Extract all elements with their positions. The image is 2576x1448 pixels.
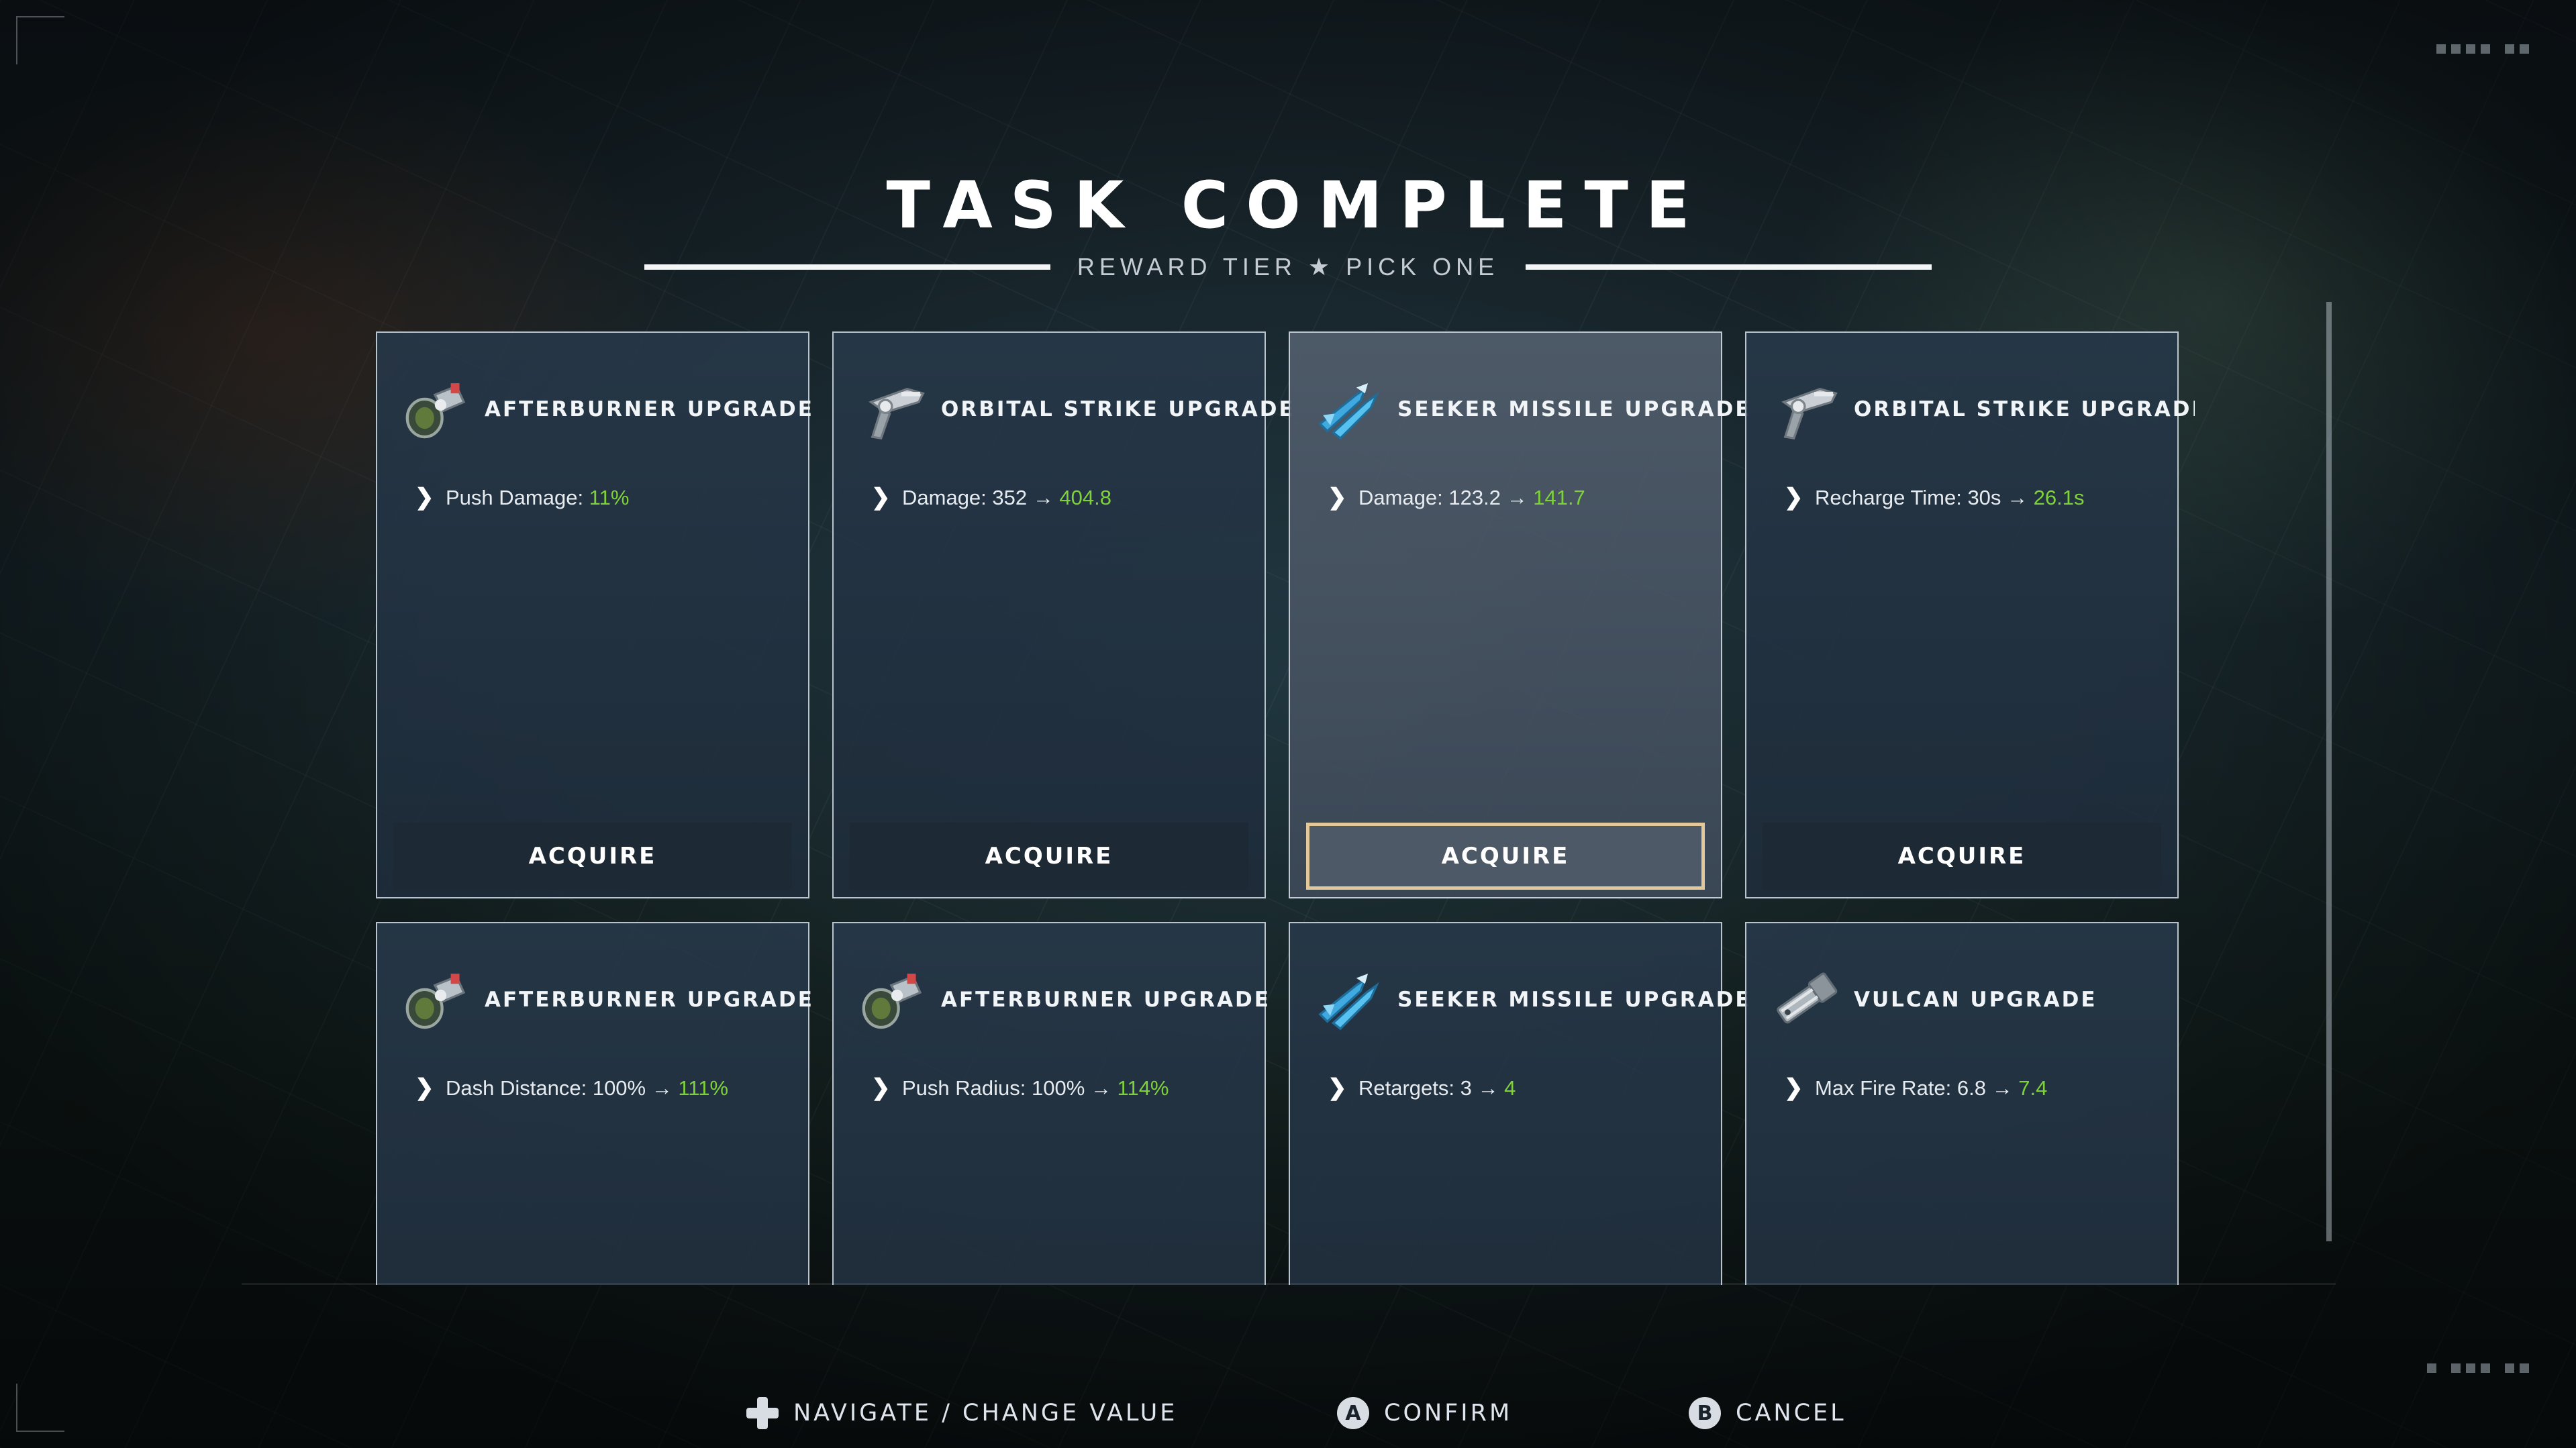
stat-new-value: 404.8 <box>1059 486 1111 509</box>
card-header: AFTERBURNER UPGRADE <box>856 964 1269 1036</box>
cancel-label: CANCEL <box>1736 1400 1846 1427</box>
footer-cancel-hint[interactable]: B CANCEL <box>1689 1393 1846 1433</box>
card-title: AFTERBURNER UPGRADE <box>941 988 1271 1012</box>
stat-old-value: 123.2 → <box>1448 486 1534 509</box>
reward-card-1[interactable]: AFTERBURNER UPGRADE ❯ Push Damage: 11% AC… <box>376 331 812 898</box>
frame-corner-bottom-left <box>16 1384 64 1432</box>
acquire-button[interactable]: ACQUIRE <box>1763 823 2161 890</box>
reward-card-3[interactable]: SEEKER MISSILE UPGRADE ❯ Damage: 123.2 → … <box>1289 331 1750 898</box>
reward-card-2[interactable]: ORBITAL STRIKE UPGRADE ❯ Damage: 352 → 40… <box>832 331 1293 898</box>
orbital-strike-icon <box>1769 373 1842 446</box>
stat-new-value: 111% <box>678 1076 729 1100</box>
card-title: VULCAN UPGRADE <box>1854 988 2097 1012</box>
card-stat: ❯ Dash Distance: 100% → 111% <box>415 1070 781 1106</box>
stat-label: Damage: <box>902 486 993 509</box>
stat-new-value: 4 <box>1504 1076 1516 1100</box>
stat-label: Recharge Time: <box>1815 486 1968 509</box>
chevron-right-icon: ❯ <box>415 1075 434 1100</box>
scrollbar[interactable] <box>2326 302 2332 1241</box>
card-title: SEEKER MISSILE UPGRADE <box>1397 397 1752 421</box>
frame-corner-top-left <box>16 16 64 64</box>
reward-card-7[interactable]: SEEKER MISSILE UPGRADE ❯ Retargets: 3 → 4… <box>1289 922 1750 1285</box>
stat-label: Damage: <box>1358 486 1449 509</box>
stat-new-value: 26.1s <box>2033 486 2085 509</box>
afterburner-icon <box>400 373 473 446</box>
stat-old-value: 100% → <box>1032 1076 1118 1100</box>
dpad-icon <box>746 1397 779 1429</box>
card-header: AFTERBURNER UPGRADE <box>400 964 812 1036</box>
card-header: ORBITAL STRIKE UPGRADE <box>1769 373 2195 446</box>
chevron-right-icon: ❯ <box>1328 484 1347 510</box>
confirm-label: CONFIRM <box>1384 1400 1513 1427</box>
stat-new-value: 11% <box>589 486 630 509</box>
reward-card-4[interactable]: ORBITAL STRIKE UPGRADE ❯ Recharge Time: 3… <box>1745 331 2195 898</box>
stat-label: Push Radius: <box>902 1076 1032 1100</box>
frame-dots-bottom-right <box>2427 1363 2529 1373</box>
card-stat: ❯ Retargets: 3 → 4 <box>1328 1070 1694 1106</box>
chevron-right-icon: ❯ <box>1328 1075 1347 1100</box>
page-title: TASK COMPLETE <box>886 168 1707 243</box>
stat-old-value: 30s → <box>1967 486 2034 509</box>
reward-card-6[interactable]: AFTERBURNER UPGRADE ❯ Push Radius: 100% →… <box>832 922 1269 1285</box>
a-button-icon: A <box>1337 1397 1369 1429</box>
card-title: AFTERBURNER UPGRADE <box>485 988 814 1012</box>
stat-old-value: 352 → <box>992 486 1060 509</box>
stat-label: Retargets: <box>1358 1076 1460 1100</box>
navigate-label: NAVIGATE / CHANGE VALUE <box>793 1400 1178 1427</box>
b-button-icon: B <box>1689 1397 1721 1429</box>
chevron-right-icon: ❯ <box>1784 1075 1803 1100</box>
card-stat: ❯ Damage: 123.2 → 141.7 <box>1328 479 1694 516</box>
card-stat: ❯ Push Radius: 100% → 114% <box>871 1070 1238 1106</box>
footer-confirm-hint[interactable]: A CONFIRM <box>1337 1393 1512 1433</box>
bottom-divider <box>242 1283 2336 1285</box>
seeker-missile-icon <box>1313 373 1385 446</box>
card-title: AFTERBURNER UPGRADE <box>485 397 814 421</box>
seeker-missile-icon <box>1313 964 1385 1036</box>
card-title: ORBITAL STRIKE UPGRADE <box>1854 397 2195 421</box>
chevron-right-icon: ❯ <box>415 484 434 510</box>
chevron-right-icon: ❯ <box>871 1075 891 1100</box>
acquire-button[interactable]: ACQUIRE <box>850 823 1248 890</box>
stat-new-value: 114% <box>1117 1076 1169 1100</box>
stat-label: Dash Distance: <box>446 1076 593 1100</box>
acquire-button[interactable]: ACQUIRE <box>393 823 792 890</box>
vulcan-icon <box>1769 964 1842 1036</box>
card-header: AFTERBURNER UPGRADE <box>400 373 812 446</box>
stat-new-value: 141.7 <box>1533 486 1585 509</box>
chevron-right-icon: ❯ <box>1784 484 1803 510</box>
acquire-button[interactable]: ACQUIRE <box>1306 823 1705 890</box>
subtitle-rule-left <box>644 264 1050 270</box>
reward-card-8[interactable]: VULCAN UPGRADE ❯ Max Fire Rate: 6.8 → 7.4… <box>1745 922 2179 1285</box>
card-stat: ❯ Max Fire Rate: 6.8 → 7.4 <box>1784 1070 2150 1106</box>
reward-card-grid: AFTERBURNER UPGRADE ❯ Push Damage: 11% AC… <box>376 329 2195 1285</box>
orbital-strike-icon <box>856 373 929 446</box>
footer-navigate-hint: NAVIGATE / CHANGE VALUE <box>746 1393 1177 1433</box>
stat-old-value: 6.8 → <box>1956 1076 2019 1100</box>
stat-new-value: 7.4 <box>2018 1076 2048 1100</box>
card-header: VULCAN UPGRADE <box>1769 964 2164 1036</box>
afterburner-icon <box>400 964 473 1036</box>
stat-label: Push Damage: <box>446 486 589 509</box>
card-title: SEEKER MISSILE UPGRADE <box>1397 988 1752 1012</box>
subtitle-row: REWARD TIER ★ PICK ONE <box>644 250 1932 285</box>
afterburner-icon <box>856 964 929 1036</box>
stat-old-value: 100% → <box>592 1076 679 1100</box>
card-title: ORBITAL STRIKE UPGRADE <box>941 397 1295 421</box>
card-header: SEEKER MISSILE UPGRADE <box>1313 373 1750 446</box>
subtitle-rule-right <box>1526 264 1932 270</box>
card-stat: ❯ Push Damage: 11% <box>415 479 781 516</box>
card-stat: ❯ Recharge Time: 30s → 26.1s <box>1784 479 2150 516</box>
stat-old-value: 3 → <box>1460 1076 1505 1100</box>
reward-tier-subtitle: REWARD TIER ★ PICK ONE <box>1077 253 1499 280</box>
reward-card-5[interactable]: AFTERBURNER UPGRADE ❯ Dash Distance: 100%… <box>376 922 812 1285</box>
chevron-right-icon: ❯ <box>871 484 891 510</box>
card-header: ORBITAL STRIKE UPGRADE <box>856 373 1293 446</box>
card-header: SEEKER MISSILE UPGRADE <box>1313 964 1750 1036</box>
frame-dots-top-right <box>2436 44 2529 54</box>
card-stat: ❯ Damage: 352 → 404.8 <box>871 479 1238 516</box>
stat-label: Max Fire Rate: <box>1815 1076 1957 1100</box>
